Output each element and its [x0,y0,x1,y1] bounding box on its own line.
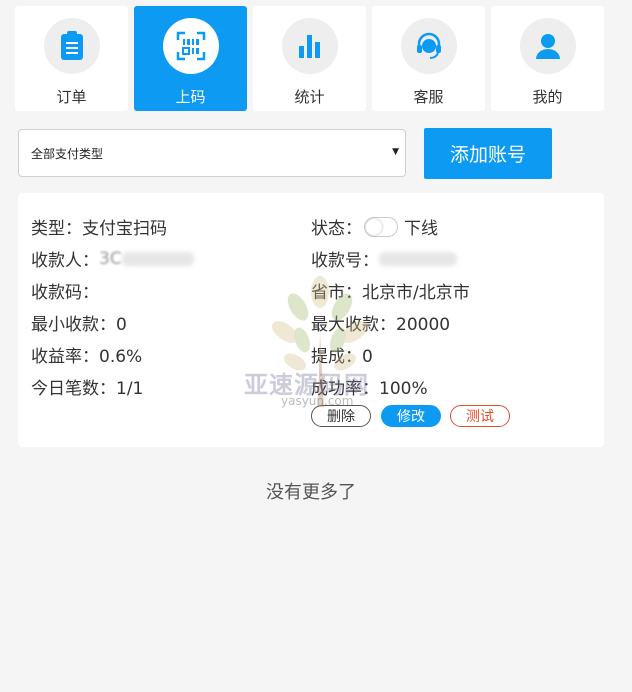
today-count: 今日笔数：1/1 [31,379,144,399]
user-icon [519,18,576,74]
edit-button[interactable]: 修改 [381,405,441,427]
qr-code-label: 收款码： [31,283,99,303]
account-no-row: 收款号： [311,246,457,271]
nav-item-statistics[interactable]: 统计 [253,6,366,111]
nav-item-upload-code[interactable]: 上码 [134,6,247,111]
payment-type-select[interactable]: 全部支付类型 ▼ [18,129,406,177]
payee-redacted [121,251,194,266]
account-card: 类型：支付宝扫码 状态： 下线 收款人： 3C 收款号： 收款码： 省市：北京市… [18,193,604,447]
yield-rate: 收益率：0.6% [31,347,143,367]
nav-item-customer-service[interactable]: 客服 [372,6,485,111]
payee-row: 收款人： 3C [31,246,194,271]
status-toggle[interactable] [364,216,398,237]
nav-label: 订单 [56,88,87,106]
payee-value: 3C [99,248,122,269]
status-label: 状态： [311,219,362,239]
no-more-text: 没有更多了 [266,482,356,503]
delete-button[interactable]: 删除 [311,405,371,427]
dropdown-caret-icon: ▼ [392,147,399,157]
min-amount: 最小收款：0 [31,315,127,335]
payee-label: 收款人： [31,251,99,271]
watermark-subtitle: yasyun.com [281,394,354,408]
region: 省市：北京市/北京市 [311,283,470,303]
commission: 提成：0 [311,347,373,367]
toggle-knob [366,218,382,235]
max-amount: 最大收款：20000 [311,315,451,335]
top-nav: 订单 上码 统计 客服 我的 [15,6,604,111]
nav-label: 我的 [532,88,563,106]
account-no-label: 收款号： [311,251,379,271]
bar-chart-icon [281,18,338,74]
status-row: 状态： 下线 [311,214,438,239]
nav-label: 客服 [413,88,444,106]
nav-label: 上码 [175,88,206,106]
payment-type-selected: 全部支付类型 [31,146,104,161]
nav-item-orders[interactable]: 订单 [15,6,128,111]
barcode-icon [162,18,219,74]
test-button[interactable]: 测试 [450,405,510,427]
nav-item-mine[interactable]: 我的 [491,6,604,111]
clipboard-icon [43,18,100,74]
status-value: 下线 [404,219,438,239]
headset-icon [400,18,457,74]
add-account-button[interactable]: 添加账号 [424,128,552,179]
nav-label: 统计 [294,88,325,106]
account-no-redacted [379,251,457,266]
account-type: 类型：支付宝扫码 [31,219,167,239]
